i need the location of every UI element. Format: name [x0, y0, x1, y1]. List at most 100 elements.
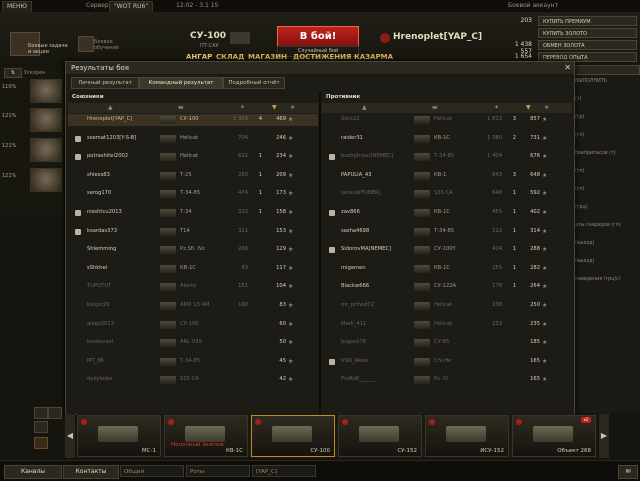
- nav-tab-1[interactable]: СКЛАД: [216, 53, 244, 61]
- player-name: sShkhel: [87, 264, 108, 271]
- player-row[interactable]: Slick22 Hellcat 1 813 3 857 ★: [322, 114, 572, 126]
- nav-tab-3[interactable]: ДОСТИЖЕНИЯ: [293, 53, 351, 61]
- currency-action-button[interactable]: КУПИТЬ ПРЕМИУМ: [538, 16, 637, 26]
- xp-value: 402: [530, 209, 540, 215]
- allies-column-header[interactable]: ▲ ▬ ✦ ▼ ★: [68, 103, 318, 113]
- player-row[interactable]: Hrenoplet[YAP_C] СУ-100 1 369 4 469 ★: [68, 114, 318, 126]
- vehicle-card[interactable]: Неполный экипаж КВ-1С: [164, 415, 248, 457]
- right-panel-button[interactable]: [573, 65, 640, 75]
- training-label[interactable]: Боевое обучение: [94, 39, 130, 51]
- player-name: nisshtcu2013: [87, 209, 122, 215]
- sort-medal-icon[interactable]: ★: [544, 104, 549, 111]
- player-row[interactable]: alegz2013 СУ-100 60 ★: [68, 319, 318, 331]
- player-row[interactable]: TUPOTUT Alecto 151 104 ★: [68, 281, 318, 293]
- player-row[interactable]: shlexs83 Т-25 250 1 209 ★: [68, 170, 318, 182]
- player-row[interactable]: Blackw666 СУ-122A 178 1 264 ★: [322, 281, 572, 293]
- player-row[interactable]: sShkhel КВ-1С 83 117 ★: [68, 263, 318, 275]
- vehicle-card[interactable]: x2 Объект 268: [512, 415, 596, 457]
- player-row[interactable]: raider31 КВ-1С 1 380 2 731 ★: [322, 133, 572, 145]
- sort-damage-icon[interactable]: ✦: [240, 104, 245, 111]
- player-row[interactable]: Shlemming Pz.Sfl. IVc 268 129 ★: [68, 244, 318, 256]
- player-row[interactable]: ksardas373 T14 311 153 ★: [68, 226, 318, 238]
- player-row[interactable]: VSN_Weex Chi-He 165 ★: [322, 356, 572, 368]
- sort-name-icon[interactable]: ▲: [108, 104, 113, 111]
- nav-tab-4[interactable]: КАЗАРМА: [354, 53, 393, 61]
- player-row[interactable]: zav866 КВ-1С 455 1 402 ★: [322, 207, 572, 219]
- channels-button[interactable]: Каналы: [4, 465, 62, 479]
- nav-tab-2[interactable]: МАГАЗИН: [248, 53, 287, 61]
- training-icon[interactable]: [78, 36, 94, 52]
- tank-icon: [160, 190, 176, 199]
- star-icon: ★: [288, 209, 294, 216]
- damage-value: 250: [238, 171, 248, 178]
- crew-member-avatar[interactable]: [30, 168, 62, 192]
- sort-damage-icon[interactable]: ✦: [494, 104, 499, 111]
- currency-action-button[interactable]: КУПИТЬ ЗОЛОТО: [538, 28, 637, 38]
- chat-tab-general[interactable]: Общий: [120, 465, 184, 477]
- enemies-column-header[interactable]: ▲ ▬ ✦ ▼ ★: [322, 103, 572, 113]
- player-row[interactable]: sxemat1203[Y-S-B] Hellcat 704 246 ★: [68, 133, 318, 145]
- tab-results-2[interactable]: Подробный отчёт: [223, 77, 285, 89]
- player-row[interactable]: xessua[FUNER] S35 CA 648 1 592 ★: [322, 188, 572, 200]
- tab-results-1[interactable]: Командный результат: [139, 77, 223, 89]
- player-row[interactable]: bogsck78 СУ-85 185 ★: [322, 337, 572, 349]
- battle-button[interactable]: В бой!: [277, 26, 359, 48]
- tank-name: КВ-1С: [434, 209, 451, 215]
- notifications-icon[interactable]: ✉: [618, 465, 638, 479]
- tank-icon: [160, 171, 176, 180]
- player-row[interactable]: PAPULIA_43 КВ-1 643 3 648 ★: [322, 170, 572, 182]
- nation-flag-icon: [429, 419, 435, 425]
- crew-member-avatar[interactable]: [30, 79, 62, 103]
- player-row[interactable]: ProRoK______ Pz. IV 165 ★: [322, 374, 572, 386]
- player-row[interactable]: MT_86 Т-34-85 45 ★: [68, 356, 318, 368]
- chat-tab-companies[interactable]: Роты: [186, 465, 250, 477]
- tank-icon: [160, 153, 176, 162]
- player-row[interactable]: serog170 Т-34-85 474 1 173 ★: [68, 188, 318, 200]
- player-row[interactable]: Mark_411 Hellcat 233 235 ★: [322, 319, 572, 331]
- vehicle-card[interactable]: СУ-152: [338, 415, 422, 457]
- nav-tab-0[interactable]: АНГАР: [186, 53, 212, 61]
- sort-tank-icon[interactable]: ▬: [178, 104, 184, 111]
- player-name: sxemat1203[Y-S-B]: [87, 134, 137, 141]
- ammo-icon[interactable]: [34, 437, 48, 449]
- carousel-right-arrow[interactable]: ▶: [599, 414, 609, 458]
- stat-line: (т): [575, 97, 582, 102]
- player-row[interactable]: nisshtcu2013 Т-34 332 1 158 ★: [68, 207, 318, 219]
- currency-action-button[interactable]: ОБМЕН ЗОЛОТА: [538, 40, 637, 50]
- vehicle-card[interactable]: СУ-100: [251, 415, 335, 457]
- player-row[interactable]: konkovaol ARL V39 50 ★: [68, 337, 318, 349]
- player-row[interactable]: mr_prihod72 Hellcat 238 250 ★: [322, 300, 572, 312]
- sort-xp-icon[interactable]: ▼: [526, 104, 531, 111]
- contacts-button[interactable]: Контакты: [63, 465, 119, 479]
- vehicle-card[interactable]: ИСУ-152: [425, 415, 509, 457]
- vehicle-name: КВ-1С: [225, 448, 243, 454]
- star-icon: ★: [288, 283, 294, 291]
- crew-member-avatar[interactable]: [30, 108, 62, 132]
- repair-icon[interactable]: [34, 421, 48, 433]
- player-row[interactable]: potrashitel2002 Hellcat 621 1 234 ★: [68, 151, 318, 163]
- tank-name: Hellcat: [180, 134, 199, 141]
- player-row[interactable]: dydyledor S35 CA 42 ★: [68, 374, 318, 386]
- filter-icon[interactable]: [34, 407, 48, 419]
- sort-xp-icon[interactable]: ▼: [272, 104, 277, 111]
- tab-results-0[interactable]: Личный результат: [71, 77, 139, 89]
- crew-member-avatar[interactable]: [30, 138, 62, 162]
- chat-tab-clan[interactable]: [YAP_C]: [252, 465, 316, 477]
- enemies-title: Противник: [326, 94, 361, 100]
- settings-icon[interactable]: [48, 407, 62, 419]
- player-row[interactable]: SidorovMA[NEMEC] СУ-100Y 414 1 288 ★: [322, 244, 572, 256]
- quests-label[interactable]: Боевые задачи и акции: [28, 43, 68, 55]
- sort-name-icon[interactable]: ▲: [362, 104, 367, 111]
- close-icon[interactable]: ✕: [564, 63, 571, 72]
- tank-name: Т-34: [180, 209, 192, 215]
- sort-tank-icon[interactable]: ▬: [432, 104, 438, 111]
- player-name[interactable]: Hrenoplet[YAP_C]: [393, 32, 482, 42]
- vehicle-card[interactable]: МС-1: [77, 415, 161, 457]
- sort-medal-icon[interactable]: ★: [290, 104, 295, 111]
- player-row[interactable]: Kaspir26 AMX 13 AM 190 83 ★: [68, 300, 318, 312]
- player-row[interactable]: bozhgtnyer[NEMEC] Т-34-85 1 404 676 ★: [322, 151, 572, 163]
- player-row[interactable]: migamen КВ-1С 255 1 282 ★: [322, 263, 572, 275]
- crew-button[interactable]: ⇅: [4, 68, 22, 78]
- player-row[interactable]: sasha4698 Т-34-85 212 1 314 ★: [322, 226, 572, 238]
- carousel-left-arrow[interactable]: ◀: [65, 414, 75, 458]
